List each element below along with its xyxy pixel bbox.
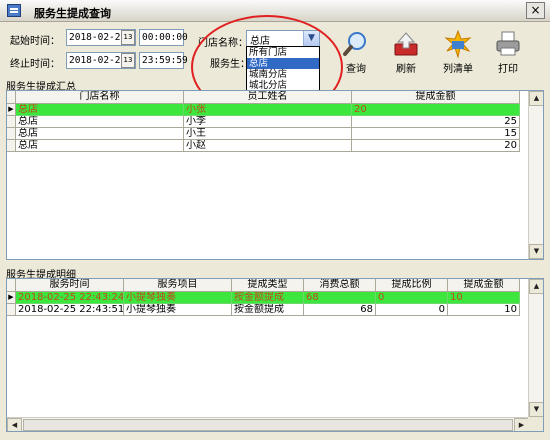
employee-cell: 小张 [184,104,352,116]
app-icon [7,4,21,17]
detail-table-body: 服务时间 服务项目 提成类型 消费总额 提成比例 提成金额 ▶ 2018-02-… [7,279,529,417]
summary-table[interactable]: 门店名称 员工姓名 提成金额 ▶ 总店 小张 20 总店 小李 25 总店 小王… [6,90,544,260]
refresh-icon [392,30,420,58]
start-date-value: 2018-02-25 [69,32,127,43]
detail-col-header[interactable]: 提成类型 [232,279,304,292]
table-row[interactable]: 总店 小王 15 [7,128,520,140]
detail-col-header[interactable]: 提成比例 [376,279,448,292]
row-indicator-icon: ▶ [7,104,16,116]
commission-type-cell: 按金额提成 [232,304,304,316]
query-label: 查询 [346,64,366,75]
magnifier-icon [342,30,370,58]
table-row[interactable]: ▶ 2018-02-25 22:43:24 小提琴独奏 按金额提成 68 0 1… [7,292,520,304]
employee-cell: 小王 [184,128,352,140]
summary-vertical-scrollbar[interactable]: ▲ ▼ [528,91,543,259]
commission-type-cell: 按金额提成 [232,292,304,304]
list-burst-icon [444,29,472,59]
amount-cell: 15 [352,128,520,140]
row-indicator [7,140,16,152]
end-time-label: 终止时间： [10,59,60,70]
end-calendar-icon[interactable]: 13 [121,53,135,68]
service-time-cell: 2018-02-25 22:43:24 [16,292,124,304]
start-time-field[interactable]: 00:00:00 [139,29,188,46]
employee-cell: 小李 [184,116,352,128]
total-spend-cell: 68 [304,292,376,304]
detail-horizontal-scrollbar[interactable]: ◀ ▶ [7,417,529,431]
store-cell: 总店 [16,104,184,116]
commission-amount-cell: 10 [448,304,520,316]
summary-corner-header [7,91,16,104]
store-cell: 总店 [16,140,184,152]
scroll-up-icon[interactable]: ▲ [529,91,543,106]
summary-table-body: 门店名称 员工姓名 提成金额 ▶ 总店 小张 20 总店 小李 25 总店 小王… [7,91,529,259]
refresh-label: 刷新 [396,64,416,75]
commission-ratio-cell: 0 [376,304,448,316]
query-button[interactable]: 查询 [338,30,374,75]
summary-col-header[interactable]: 员工姓名 [184,91,352,104]
scroll-up-icon[interactable]: ▲ [529,279,543,294]
service-item-cell: 小提琴独奏 [124,292,232,304]
commission-ratio-cell: 0 [376,292,448,304]
printer-icon [494,30,522,58]
total-spend-cell: 68 [304,304,376,316]
summary-col-header[interactable]: 门店名称 [16,91,184,104]
employee-cell: 小赵 [184,140,352,152]
table-row[interactable]: 2018-02-25 22:43:51 小提琴独奏 按金额提成 68 0 10 [7,304,520,316]
window-title: 服务生提成查询 [34,7,111,20]
detail-col-header[interactable]: 消费总额 [304,279,376,292]
row-indicator-icon: ▶ [7,292,16,304]
table-row[interactable]: 总店 小赵 20 [7,140,520,152]
store-cell: 总店 [16,116,184,128]
start-time-label: 起始时间： [10,36,60,47]
row-indicator [7,128,16,140]
list-button[interactable]: 列清单 [436,29,480,75]
detail-col-header[interactable]: 服务项目 [124,279,232,292]
summary-col-header[interactable]: 提成金额 [352,91,520,104]
scroll-thumb[interactable] [23,419,513,431]
scroll-down-icon[interactable]: ▼ [529,402,543,417]
detail-table[interactable]: 服务时间 服务项目 提成类型 消费总额 提成比例 提成金额 ▶ 2018-02-… [6,278,544,432]
service-time-cell: 2018-02-25 22:43:51 [16,304,124,316]
commission-amount-cell: 10 [448,292,520,304]
row-indicator [7,116,16,128]
detail-col-header[interactable]: 服务时间 [16,279,124,292]
amount-cell: 20 [352,140,520,152]
list-label: 列清单 [443,64,473,75]
scroll-corner [528,417,543,431]
scroll-down-icon[interactable]: ▼ [529,244,543,259]
detail-col-header[interactable]: 提成金额 [448,279,520,292]
row-indicator [7,304,16,316]
scroll-right-icon[interactable]: ▶ [514,418,529,431]
service-item-cell: 小提琴独奏 [124,304,232,316]
detail-corner-header [7,279,16,292]
detail-vertical-scrollbar[interactable]: ▲ ▼ [528,279,543,417]
print-label: 打印 [498,64,518,75]
scroll-left-icon[interactable]: ◀ [7,418,22,431]
end-date-value: 2018-02-25 [69,55,127,66]
start-time-value: 00:00:00 [142,32,188,43]
amount-cell: 20 [352,104,520,116]
amount-cell: 25 [352,116,520,128]
store-cell: 总店 [16,128,184,140]
end-time-field[interactable]: 23:59:59 [139,52,188,69]
table-row[interactable]: 总店 小李 25 [7,116,520,128]
refresh-button[interactable]: 刷新 [388,30,424,75]
close-button[interactable]: × [526,2,545,19]
start-calendar-icon[interactable]: 13 [121,30,135,45]
print-button[interactable]: 打印 [490,30,526,75]
table-row[interactable]: ▶ 总店 小张 20 [7,104,520,116]
end-time-value: 23:59:59 [142,55,188,66]
